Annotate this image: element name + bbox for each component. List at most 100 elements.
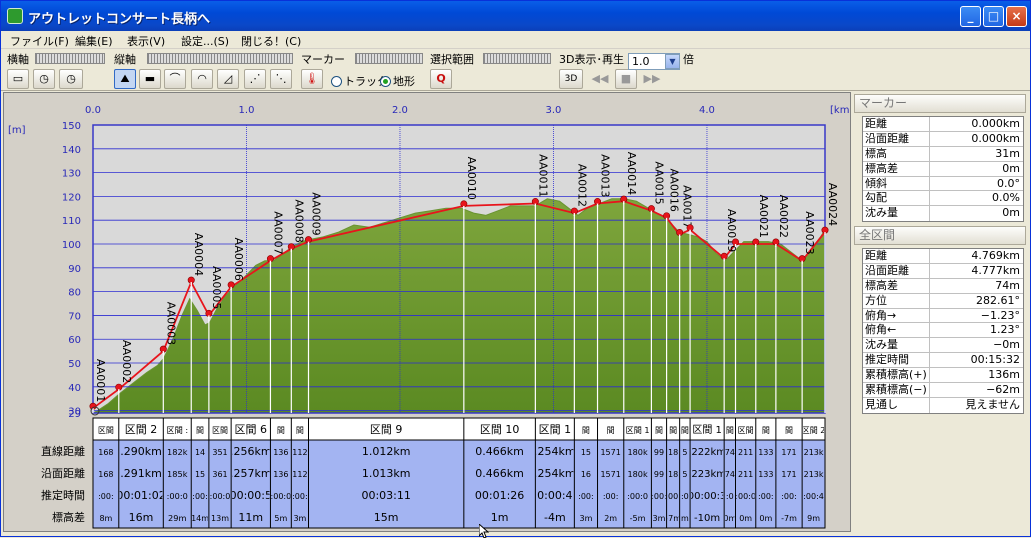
y-tick-label: 100 <box>62 240 81 251</box>
waypoint-label: AA0015 <box>652 161 665 204</box>
stop-icon[interactable]: ■ <box>615 69 637 89</box>
rewind-icon[interactable]: ◀◀ <box>589 69 611 89</box>
radio-terrain[interactable]: 地形 <box>380 73 415 89</box>
toolbar: 横軸 ▭ ◷ ◷ 縦軸 ⛰ ▬ ⌒ ◠ ◿ ⋰ ⋱ マーカー 🌡 トラック 地形… <box>1 49 1030 91</box>
segment-time: 00:00:3 <box>688 491 727 502</box>
marker-row: 標高差 0m <box>863 161 1023 177</box>
segment-elev: 11m <box>238 511 263 524</box>
radio-track-dot[interactable] <box>331 76 342 87</box>
y-tick-label: 29 <box>68 409 81 420</box>
marker-key: 沈み量 <box>865 206 898 220</box>
flat-ruler-icon[interactable]: ▬ <box>139 69 161 89</box>
title-bar[interactable]: アウトレットコンサート長柄へ _ □ × <box>1 1 1030 31</box>
segment-along: 74 <box>725 470 735 479</box>
segment-time: :00:0 <box>735 492 756 501</box>
menu-close[interactable]: 閉じる！(C) <box>241 33 301 49</box>
total-value: 282.61° <box>976 293 1020 307</box>
tatejiku-slider[interactable] <box>147 53 293 64</box>
thermometer-icon[interactable]: 🌡 <box>301 69 323 89</box>
segment-line: 213k <box>804 448 824 457</box>
segment-time: :00: <box>651 492 667 501</box>
segment-line: 99 <box>654 448 664 457</box>
segment-line: 180k <box>627 447 647 457</box>
range-label: 選択範囲 <box>430 53 474 66</box>
maximize-button[interactable]: □ <box>983 6 1004 27</box>
window-title: アウトレットコンサート長柄へ <box>28 12 211 27</box>
slope-triangle-icon[interactable]: ◿ <box>217 69 239 89</box>
segment-time: :0 <box>681 492 689 501</box>
waypoint-label: AA0024 <box>826 183 839 226</box>
forward-icon[interactable]: ▶▶ <box>641 69 663 89</box>
dotted-curve-icon[interactable]: ⋰ <box>244 69 266 89</box>
segment-elev: 1m <box>491 511 509 524</box>
segment-elev: 3m <box>653 514 666 523</box>
ruler-icon[interactable]: ▭ <box>7 69 29 89</box>
range-slider[interactable] <box>483 53 551 64</box>
total-row: 累積標高(−) −62m <box>863 383 1023 398</box>
total-row: 累積標高(+) 136m <box>863 368 1023 384</box>
marker-value: 0.000km <box>971 117 1020 130</box>
segment-elev: 14m <box>191 514 209 523</box>
segment-line: 136 <box>273 448 288 457</box>
segment-elev: 13m <box>211 514 229 523</box>
marker-row: 標高 31m <box>863 146 1023 162</box>
segment-elev: 5m <box>274 514 287 523</box>
segment-elev: -4m <box>544 511 566 524</box>
total-row: 沿面距離 4.777km <box>863 263 1023 279</box>
total-key: 累積標高(−) <box>865 383 927 397</box>
close-button[interactable]: × <box>1006 6 1027 27</box>
segment-time: :00: <box>781 492 797 501</box>
segment-time: :00:0 <box>167 491 188 501</box>
elevation-chart-pane[interactable]: 0.0 1.0 2.0 3.0 4.0 150 140 130 120 110 100 90 80 70 6… <box>3 92 851 532</box>
chevron-down-icon[interactable]: ▼ <box>665 54 680 69</box>
menu-file[interactable]: ファイル(F) <box>10 33 69 49</box>
menu-edit[interactable]: 編集(E) <box>75 33 113 49</box>
3d-plane-icon[interactable]: 3D <box>559 69 583 89</box>
menu-view[interactable]: 表示(V) <box>127 33 165 49</box>
waypoint-label: AA0009 <box>310 192 323 235</box>
stopwatch-icon[interactable]: ◷ <box>33 69 55 89</box>
yokojiku-slider[interactable] <box>35 53 105 64</box>
segment-name: 区間 9 <box>370 423 403 436</box>
segment-row-label: 推定時間 <box>41 488 85 502</box>
minimize-button[interactable]: _ <box>960 6 981 27</box>
menu-settings[interactable]: 設定...(S) <box>181 33 229 49</box>
speedometer-icon[interactable]: ◠ <box>191 69 213 89</box>
marker-panel-title: マーカー <box>854 94 1026 113</box>
segment-time: :00: <box>292 492 308 501</box>
marker-value: 31m <box>995 146 1020 160</box>
total-key: 標高差 <box>865 278 898 292</box>
total-value: 00:15:32 <box>970 353 1020 367</box>
dotted-curve-2-icon[interactable]: ⋱ <box>270 69 292 89</box>
segment-name: 区間 1 <box>539 423 572 436</box>
q-search-icon[interactable]: Q <box>430 69 452 89</box>
segment-elev: 0m <box>759 514 772 523</box>
segment-time: :00: <box>758 492 774 501</box>
marker-key: 標高 <box>865 146 887 160</box>
total-value: −1.23° <box>980 308 1020 322</box>
segment-time: 0:00:4 <box>537 489 572 502</box>
segment-elev: -7m <box>781 514 797 523</box>
stopwatch-123-icon[interactable]: ◷ <box>59 69 83 89</box>
waypoint-label: AA0021 <box>757 195 770 238</box>
marker-value: 0m <box>1002 206 1020 220</box>
segment-elev: 16m <box>129 511 154 524</box>
segment-elev: 3m <box>579 514 592 523</box>
terrain-profile-icon[interactable]: ⛰ <box>114 69 136 89</box>
segment-time: 00:03:11 <box>361 489 410 502</box>
segment-time: 00:01:26 <box>475 489 524 502</box>
segment-along: .291km <box>120 467 162 480</box>
segment-time: 00:00:5 <box>230 489 272 502</box>
waypoint-label: AA0002 <box>120 340 133 383</box>
marker-slider[interactable] <box>355 53 423 64</box>
total-key: 俯角← <box>865 323 897 337</box>
y-tick-label: 110 <box>62 216 81 227</box>
elevation-chart[interactable]: 0.0 1.0 2.0 3.0 4.0 150 140 130 120 110 100 90 80 70 6… <box>4 93 850 531</box>
total-row: 俯角← 1.23° <box>863 323 1023 339</box>
radio-terrain-dot[interactable] <box>380 76 391 87</box>
segment-along: 136 <box>273 470 288 479</box>
x-tick-label: 3.0 <box>546 105 562 116</box>
side-panel: マーカー 距離 0.000km 沿面距離 0.000km 標高 31m 標高差 0m 傾斜 0.0… <box>854 92 1029 532</box>
arc-icon[interactable]: ⌒ <box>164 69 186 89</box>
marker-row: 勾配 0.0% <box>863 191 1023 207</box>
